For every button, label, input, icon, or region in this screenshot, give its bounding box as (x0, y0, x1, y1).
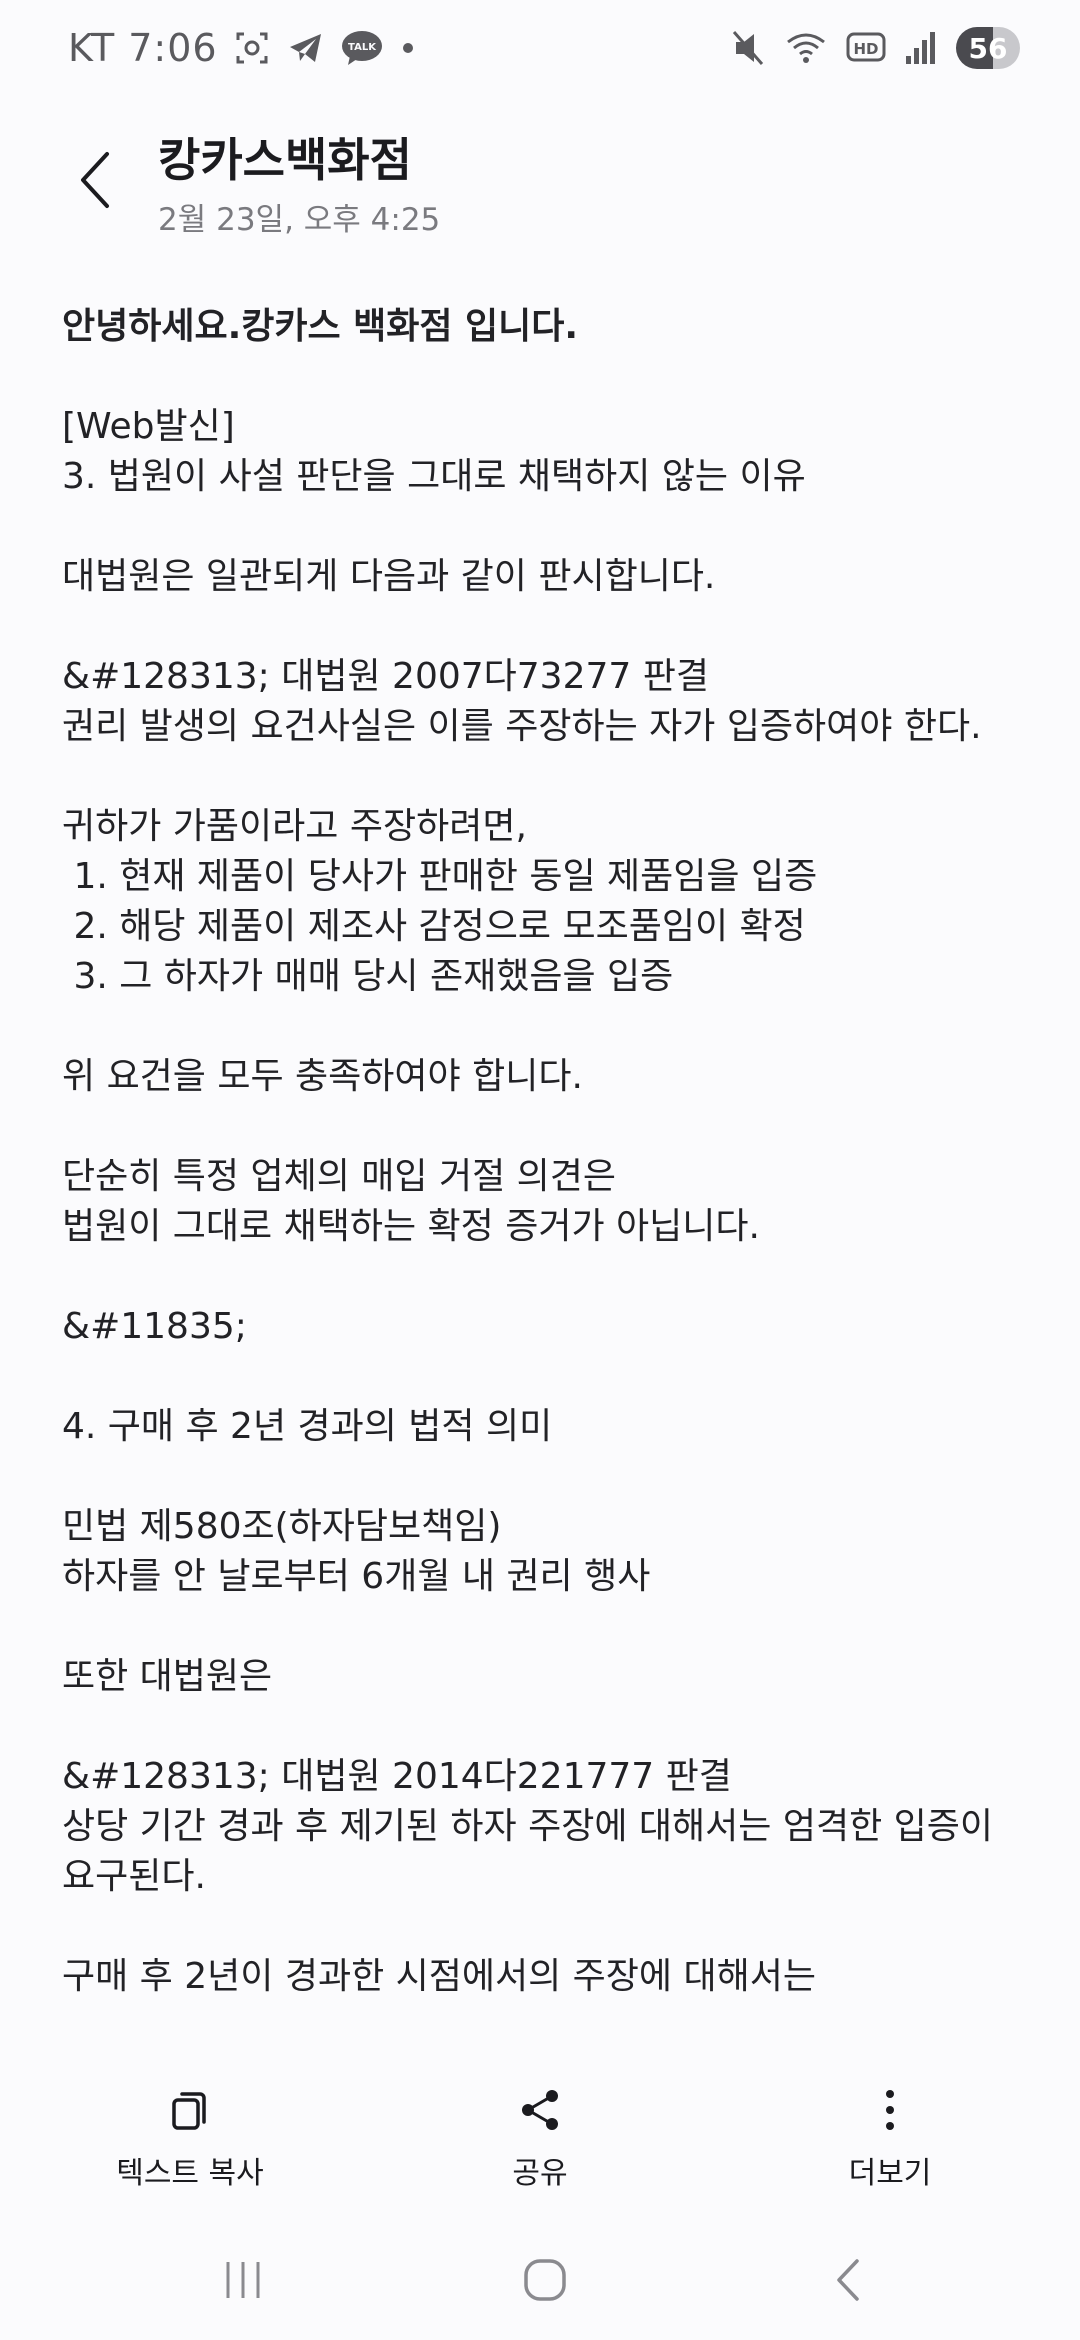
mute-icon (730, 28, 766, 68)
battery-icon: 56 (956, 27, 1020, 69)
back-arrow-icon (837, 2259, 859, 2301)
more-vertical-icon (886, 2090, 894, 2130)
system-navigation-bar (0, 2220, 1080, 2340)
hd-label: HD (853, 40, 878, 58)
message-line: 귀하가 가품이라고 주장하려면, (62, 806, 527, 847)
status-bar: KT 7:06 TALK HD 56 (0, 0, 1080, 96)
message-line: 2. 해당 제품이 제조사 감정으로 모조품임이 확정 (62, 906, 806, 947)
message-line: 대법원은 일관되게 다음과 같이 판시합니다. (62, 556, 716, 597)
back-button[interactable] (60, 140, 130, 220)
recent-apps-icon (226, 2262, 260, 2298)
talk-label: TALK (348, 42, 377, 53)
message-line: 상당 기간 경과 후 제기된 하자 주장에 대해서는 엄격한 입증이 요구된다. (62, 1806, 1005, 1897)
copy-icon (172, 2092, 206, 2130)
hd-voice-icon: HD (846, 30, 886, 66)
message-line: &#128313; 대법원 2014다221777 판결 (62, 1756, 732, 1797)
message-line: [Web발신] (62, 406, 235, 447)
message-line: 1. 현재 제품이 당사가 판매한 동일 제품임을 입증 (62, 856, 818, 897)
message-line: 민법 제580조(하자담보책임) (62, 1506, 502, 1547)
message-timestamp: 2월 23일, 오후 4:25 (158, 202, 441, 238)
copy-text-label: 텍스트 복사 (116, 2156, 264, 2191)
chevron-left-icon (81, 152, 109, 208)
message-line: 단순히 특정 업체의 매입 거절 의견은 (62, 1156, 617, 1197)
status-right: HD 56 (730, 27, 1020, 69)
message-line: 하자를 안 날로부터 6개월 내 권리 행사 (62, 1556, 651, 1597)
message-greeting: 안녕하세요.캉카스 백화점 입니다. (62, 306, 579, 347)
telegram-icon (286, 28, 326, 68)
signal-icon (904, 30, 938, 66)
wifi-icon (784, 28, 828, 68)
message-line: 3. 법원이 사설 판단을 그대로 채택하지 않는 이유 (62, 456, 806, 497)
share-icon (522, 2090, 558, 2130)
message-line: 3. 그 하자가 매매 당시 존재했음을 입증 (62, 956, 674, 997)
message-lines: [Web발신] 3. 법원이 사설 판단을 그대로 채택하지 않는 이유대법원은 … (62, 402, 1022, 2002)
status-left: KT 7:06 TALK (68, 26, 418, 70)
carrier-time: KT 7:06 (68, 26, 218, 70)
message-line: &#128313; 대법원 2007다73277 판결 (62, 656, 709, 697)
message-line: 4. 구매 후 2년 경과의 법적 의미 (62, 1406, 553, 1447)
message-line: &#11835; (62, 1306, 247, 1347)
sender-title: 캉카스백화점 (158, 133, 412, 187)
message-line: 권리 발생의 요건사실은 이를 주장하는 자가 입증하여야 한다. (62, 706, 982, 747)
message-body: 안녕하세요.캉카스 백화점 입니다. [Web발신] 3. 법원이 사설 판단을 … (62, 302, 1022, 2050)
message-line: 법원이 그대로 채택하는 확정 증거가 아닙니다. (62, 1206, 760, 1247)
copy-text-button[interactable]: 텍스트 복사 (110, 2086, 270, 2192)
share-label: 공유 (512, 2156, 568, 2191)
home-button[interactable] (500, 2250, 590, 2310)
recent-apps-button[interactable] (198, 2250, 288, 2310)
home-icon (524, 2259, 566, 2301)
message-line: 위 요건을 모두 충족하여야 합니다. (62, 1056, 583, 1097)
bottom-action-bar: 텍스트 복사 공유 더보기 (0, 2072, 1080, 2202)
share-button[interactable]: 공유 (470, 2086, 610, 2192)
more-options-button[interactable]: 더보기 (820, 2086, 960, 2192)
system-back-button[interactable] (804, 2250, 894, 2310)
more-options-label: 더보기 (848, 2156, 932, 2191)
screenshot-icon (232, 28, 272, 68)
message-line: 또한 대법원은 (62, 1656, 273, 1697)
message-line: 구매 후 2년이 경과한 시점에서의 주장에 대해서는 (62, 1956, 816, 1997)
kakaotalk-icon: TALK (340, 28, 384, 68)
conversation-header: 캉카스백화점 2월 23일, 오후 4:25 (0, 110, 1080, 250)
more-notifications-dot-icon (398, 38, 418, 58)
